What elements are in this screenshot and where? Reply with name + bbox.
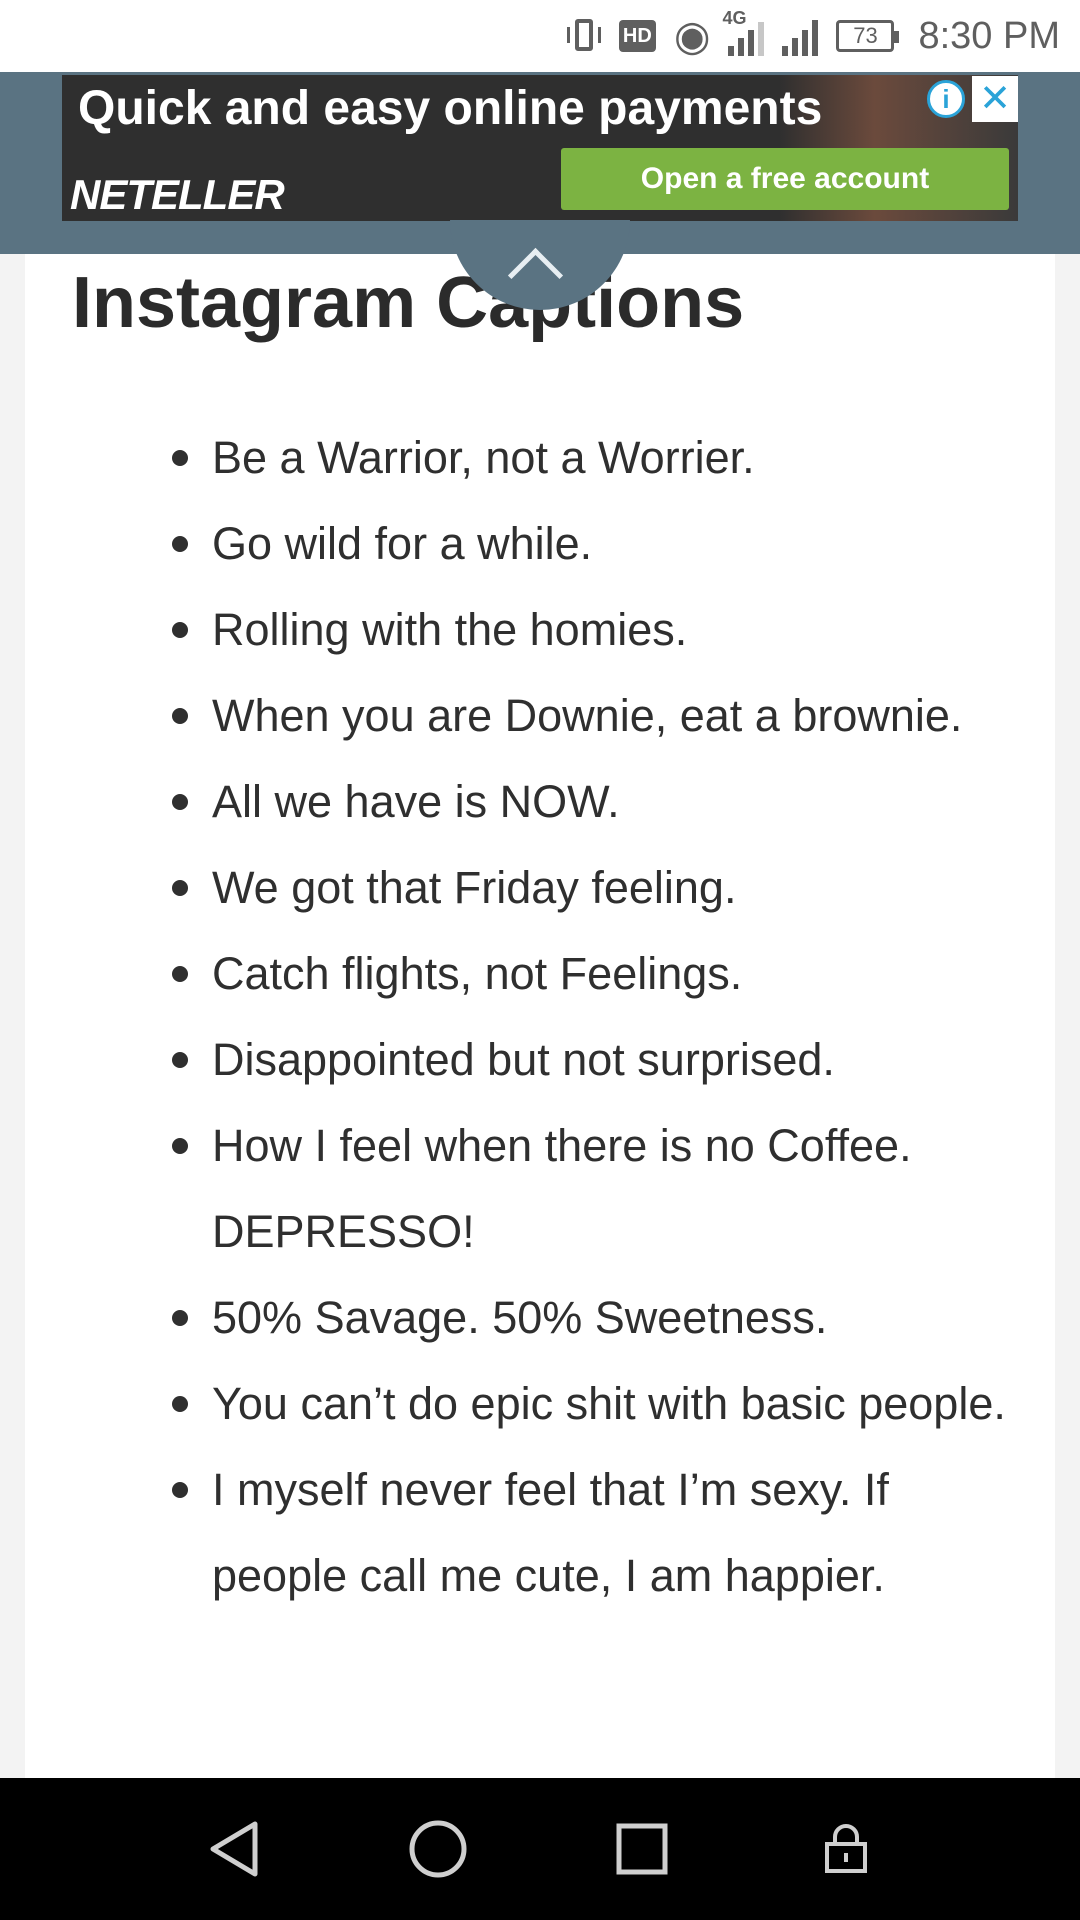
signal-icon — [782, 16, 819, 56]
battery-level: 73 — [853, 23, 878, 48]
bullet-icon — [172, 1138, 188, 1154]
list-item: How I feel when there is no Coffee. DEPR… — [0, 1103, 1060, 1275]
close-icon[interactable]: ✕ — [972, 76, 1018, 122]
home-icon[interactable] — [378, 1778, 498, 1920]
open-account-button[interactable]: Open a free account — [561, 148, 1009, 210]
caption-text: I myself never feel that I’m sexy. If pe… — [212, 1464, 889, 1601]
caption-text: We got that Friday feeling. — [212, 862, 737, 913]
list-item: 50% Savage. 50% Sweetness. — [0, 1275, 1060, 1361]
signal-4g-icon: 4G — [722, 8, 765, 56]
clock: 8:30 PM — [918, 14, 1060, 57]
caption-text: Be a Warrior, not a Worrier. — [212, 432, 755, 483]
ad-banner[interactable]: Quick and easy online payments NETELLER … — [62, 75, 1018, 221]
vibrate-icon — [566, 15, 601, 57]
list-item: I myself never feel that I’m sexy. If pe… — [0, 1447, 1060, 1619]
ad-headline: Quick and easy online payments — [78, 82, 823, 135]
caption-list: Be a Warrior, not a Worrier. Go wild for… — [0, 415, 1060, 1619]
list-item: When you are Downie, eat a brownie. — [0, 673, 1060, 759]
bullet-icon — [172, 1482, 188, 1498]
bullet-icon — [172, 1396, 188, 1412]
caption-text: Go wild for a while. — [212, 518, 593, 569]
status-icons: HD ◉ 4G 73 8:30 PM — [566, 0, 1060, 72]
bullet-icon — [172, 880, 188, 896]
list-item: We got that Friday feeling. — [0, 845, 1060, 931]
caption-text: Catch flights, not Feelings. — [212, 948, 743, 999]
ad-brand-logo: NETELLER — [70, 171, 285, 218]
caption-text: Disappointed but not surprised. — [212, 1034, 835, 1085]
list-item: Be a Warrior, not a Worrier. — [0, 415, 1060, 501]
bullet-icon — [172, 794, 188, 810]
list-item: Rolling with the homies. — [0, 587, 1060, 673]
caption-text: When you are Downie, eat a brownie. — [212, 690, 963, 741]
bullet-icon — [172, 1310, 188, 1326]
info-icon[interactable]: i — [927, 80, 965, 118]
bullet-icon — [172, 708, 188, 724]
bullet-icon — [172, 966, 188, 982]
status-bar: HD ◉ 4G 73 8:30 PM — [0, 0, 1080, 72]
page-title: Instagram Captions — [72, 263, 745, 343]
back-icon[interactable] — [174, 1778, 294, 1920]
list-item: You can’t do epic shit with basic people… — [0, 1361, 1060, 1447]
chevron-up-icon — [507, 247, 564, 304]
caption-text: 50% Savage. 50% Sweetness. — [212, 1292, 828, 1343]
bullet-icon — [172, 450, 188, 466]
caption-text: How I feel when there is no Coffee. DEPR… — [212, 1120, 912, 1257]
caption-text: All we have is NOW. — [212, 776, 620, 827]
list-item: All we have is NOW. — [0, 759, 1060, 845]
bullet-icon — [172, 536, 188, 552]
navigation-bar — [0, 1778, 1080, 1920]
network-type-label: 4G — [722, 8, 747, 28]
caption-text: Rolling with the homies. — [212, 604, 688, 655]
bullet-icon — [172, 1052, 188, 1068]
lock-icon[interactable] — [786, 1778, 906, 1920]
caption-text: You can’t do epic shit with basic people… — [212, 1378, 1006, 1429]
bullet-icon — [172, 622, 188, 638]
list-item: Go wild for a while. — [0, 501, 1060, 587]
battery-icon: 73 — [836, 20, 900, 52]
list-item: Catch flights, not Feelings. — [0, 931, 1060, 1017]
hd-badge: HD — [618, 20, 656, 52]
recents-icon[interactable] — [582, 1778, 702, 1920]
eye-comfort-icon: ◉ — [673, 12, 711, 59]
list-item: Disappointed but not surprised. — [0, 1017, 1060, 1103]
